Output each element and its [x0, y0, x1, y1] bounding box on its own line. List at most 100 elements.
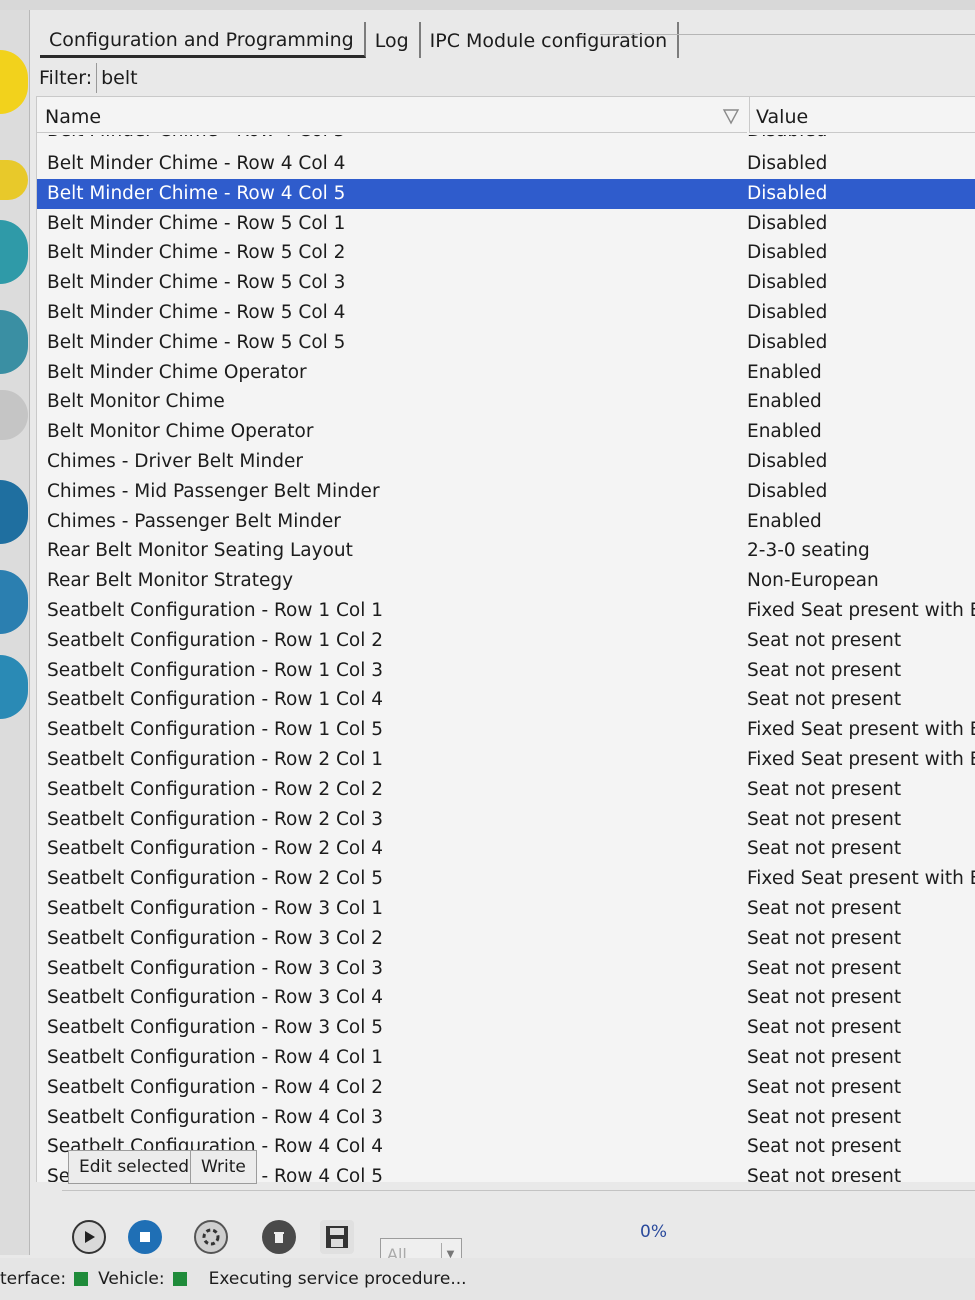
- sort-indicator-icon[interactable]: [721, 107, 741, 127]
- table-row[interactable]: Chimes - Passenger Belt Minder Enabled: [37, 507, 975, 537]
- row-value-cell: Enabled: [747, 361, 822, 383]
- row-name-cell: Rear Belt Monitor Seating Layout: [47, 540, 353, 562]
- tool-icon-teal-yellow[interactable]: [0, 310, 28, 374]
- row-name-cell: Seatbelt Configuration - Row 1 Col 3: [47, 659, 384, 681]
- table-row[interactable]: Seatbelt Configuration - Row 1 Col 1 Fixe…: [37, 596, 975, 626]
- table-row[interactable]: Seatbelt Configuration - Row 2 Col 5 Fixe…: [37, 864, 975, 894]
- tool-icon-grey[interactable]: [0, 390, 28, 440]
- filter-bar: Filter:: [34, 62, 975, 94]
- table-row[interactable]: Seatbelt Configuration - Row 1 Col 4 Seat…: [37, 685, 975, 715]
- row-value-cell: Seat not present: [747, 927, 902, 949]
- tool-icon-yellow-small[interactable]: [0, 160, 28, 200]
- play-icon[interactable]: [72, 1220, 106, 1254]
- table-row[interactable]: Rear Belt Monitor Seating Layout 2-3-0 se…: [37, 536, 975, 566]
- row-name-cell: Belt Monitor Chime Operator: [47, 421, 314, 443]
- row-name-cell: Seatbelt Configuration - Row 2 Col 3: [47, 808, 384, 830]
- table-row[interactable]: Belt Minder Chime - Row 4 Col 4 Disabled: [37, 149, 975, 179]
- gauge-icon[interactable]: [0, 655, 28, 719]
- table-row[interactable]: Seatbelt Configuration - Row 3 Col 5 Seat…: [37, 1013, 975, 1043]
- row-name-cell: Seatbelt Configuration - Row 1 Col 2: [47, 629, 384, 651]
- row-value-cell: Seat not present: [747, 897, 902, 919]
- column-header-value[interactable]: Value: [749, 97, 975, 133]
- table-row[interactable]: Seatbelt Configuration - Row 1 Col 2 Seat…: [37, 626, 975, 656]
- row-name-cell: Seatbelt Configuration - Row 1 Col 1: [47, 599, 384, 621]
- row-value-cell: Disabled: [747, 480, 828, 502]
- parameter-table: Name Value Belt Minder Chime - Row 4 Col…: [36, 96, 975, 1182]
- gear-icon[interactable]: [0, 570, 28, 634]
- stop-icon[interactable]: [128, 1220, 162, 1254]
- row-value-cell: Disabled: [747, 212, 828, 234]
- table-row[interactable]: Seatbelt Configuration - Row 3 Col 2 Seat…: [37, 924, 975, 954]
- table-row[interactable]: Belt Minder Chime - Row 5 Col 1 Disabled: [37, 209, 975, 239]
- row-name-cell: Belt Minder Chime - Row 4 Col 3: [47, 135, 345, 143]
- table-row[interactable]: Belt Monitor Chime Enabled: [37, 387, 975, 417]
- column-header-name[interactable]: Name: [37, 97, 747, 133]
- row-value-cell: Fixed Seat present with Be: [747, 599, 975, 621]
- tool-icon-yellow[interactable]: [0, 50, 28, 114]
- row-value-cell: Seat not present: [747, 1106, 902, 1128]
- tool-icon-chip[interactable]: [0, 480, 28, 544]
- table-row[interactable]: Belt Minder Chime Operator Enabled: [37, 358, 975, 388]
- row-value-cell: Enabled: [747, 421, 822, 443]
- table-row[interactable]: Seatbelt Configuration - Row 2 Col 3 Seat…: [37, 805, 975, 835]
- table-row[interactable]: Seatbelt Configuration - Row 4 Col 3 Seat…: [37, 1103, 975, 1133]
- row-value-cell: Fixed Seat present with Be: [747, 719, 975, 741]
- table-row[interactable]: Rear Belt Monitor Strategy Non-European: [37, 566, 975, 596]
- filter-label: Filter:: [39, 67, 93, 89]
- row-value-cell: Disabled: [747, 272, 828, 294]
- row-value-cell: Disabled: [747, 242, 828, 264]
- row-name-cell: Seatbelt Configuration - Row 4 Col 2: [47, 1076, 384, 1098]
- table-row[interactable]: Seatbelt Configuration - Row 2 Col 1 Fixe…: [37, 745, 975, 775]
- row-name-cell: Seatbelt Configuration - Row 3 Col 5: [47, 1017, 384, 1039]
- row-name-cell: Seatbelt Configuration - Row 1 Col 5: [47, 719, 384, 741]
- write-button[interactable]: Write: [190, 1150, 257, 1184]
- row-value-cell: Disabled: [747, 331, 828, 353]
- table-row[interactable]: Seatbelt Configuration - Row 4 Col 1 Seat…: [37, 1043, 975, 1073]
- tool-icon-teal[interactable]: [0, 220, 28, 284]
- table-row[interactable]: Seatbelt Configuration - Row 3 Col 1 Seat…: [37, 894, 975, 924]
- table-row[interactable]: Belt Minder Chime - Row 5 Col 2 Disabled: [37, 238, 975, 268]
- table-row[interactable]: Seatbelt Configuration - Row 1 Col 5 Fixe…: [37, 715, 975, 745]
- filter-input[interactable]: [96, 63, 717, 93]
- row-value-cell: Disabled: [747, 301, 828, 323]
- table-body: Belt Minder Chime - Row 4 Col 3DisabledB…: [37, 135, 975, 1182]
- row-name-cell: Seatbelt Configuration - Row 1 Col 4: [47, 689, 384, 711]
- table-row[interactable]: Chimes - Mid Passenger Belt Minder Disabl…: [37, 477, 975, 507]
- row-value-cell: Disabled: [747, 182, 828, 204]
- row-name-cell: Seatbelt Configuration - Row 2 Col 5: [47, 868, 384, 890]
- row-value-cell: Disabled: [747, 450, 828, 472]
- row-name-cell: Belt Minder Chime - Row 5 Col 2: [47, 242, 346, 264]
- table-row[interactable]: Chimes - Driver Belt Minder Disabled: [37, 447, 975, 477]
- save-icon[interactable]: [320, 1220, 354, 1254]
- table-row[interactable]: Belt Minder Chime - Row 5 Col 4 Disabled: [37, 298, 975, 328]
- row-value-cell: Fixed Seat present with Be: [747, 868, 975, 890]
- tab-log[interactable]: Log: [366, 22, 421, 58]
- row-name-cell: Seatbelt Configuration - Row 2 Col 4: [47, 838, 384, 860]
- table-row[interactable]: Seatbelt Configuration - Row 3 Col 4 Seat…: [37, 983, 975, 1013]
- table-row[interactable]: Belt Minder Chime - Row 4 Col 3 Disabled: [37, 135, 975, 149]
- table-row[interactable]: Seatbelt Configuration - Row 4 Col 2 Seat…: [37, 1073, 975, 1103]
- row-name-cell: Seatbelt Configuration - Row 4 Col 3: [47, 1106, 384, 1128]
- table-row[interactable]: Belt Minder Chime - Row 4 Col 5 Disabled: [37, 178, 975, 209]
- row-name-cell: Seatbelt Configuration - Row 3 Col 3: [47, 957, 384, 979]
- row-value-cell: Seat not present: [747, 1136, 902, 1158]
- table-row[interactable]: Seatbelt Configuration - Row 2 Col 2 Seat…: [37, 775, 975, 805]
- row-name-cell: Rear Belt Monitor Strategy: [47, 570, 294, 592]
- edit-selected-button[interactable]: Edit selected: [68, 1150, 201, 1184]
- table-row[interactable]: Belt Minder Chime - Row 5 Col 5 Disabled: [37, 328, 975, 358]
- lifebuoy-icon[interactable]: [194, 1220, 228, 1254]
- row-name-cell: Seatbelt Configuration - Row 3 Col 2: [47, 927, 384, 949]
- table-row[interactable]: Seatbelt Configuration - Row 1 Col 3 Seat…: [37, 656, 975, 686]
- row-name-cell: Belt Minder Chime - Row 4 Col 4: [47, 153, 346, 174]
- row-name-cell: Belt Minder Chime Operator: [47, 361, 307, 383]
- row-value-cell: Seat not present: [747, 987, 902, 1009]
- table-row[interactable]: Belt Minder Chime - Row 5 Col 3 Disabled: [37, 268, 975, 298]
- table-row[interactable]: Belt Monitor Chime Operator Enabled: [37, 417, 975, 447]
- tab-ipc-module-configuration[interactable]: IPC Module configuration: [421, 22, 680, 58]
- table-row[interactable]: Seatbelt Configuration - Row 2 Col 4 Seat…: [37, 834, 975, 864]
- row-name-cell: Belt Minder Chime - Row 5 Col 5: [47, 331, 346, 353]
- tab-configuration-and-programming[interactable]: Configuration and Programming: [40, 22, 366, 58]
- trash-icon[interactable]: [262, 1220, 296, 1254]
- row-value-cell: Seat not present: [747, 659, 902, 681]
- table-row[interactable]: Seatbelt Configuration - Row 3 Col 3 Seat…: [37, 954, 975, 984]
